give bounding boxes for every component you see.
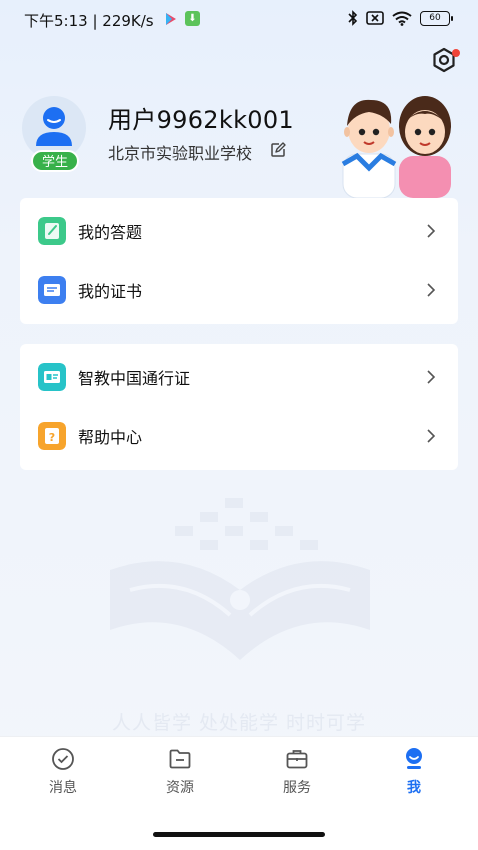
kids-illustration <box>341 96 451 198</box>
wifi-icon <box>392 11 412 26</box>
chevron-right-icon <box>427 224 436 238</box>
school-name: 北京市实验职业学校 <box>108 144 253 163</box>
tab-label: 服务 <box>283 780 311 796</box>
notification-dot <box>452 49 460 57</box>
menu-item-label: 智教中国通行证 <box>78 369 191 388</box>
tab-label: 资源 <box>166 780 194 796</box>
slogan: 人人皆学 处处能学 时时可学 <box>111 712 367 734</box>
chevron-right-icon <box>427 370 436 384</box>
chevron-right-icon <box>427 429 436 443</box>
menu-item-my-certificates[interactable]: 我的证书 <box>20 261 458 319</box>
role-badge: 学生 <box>31 150 79 172</box>
tab-label: 消息 <box>49 780 77 796</box>
no-sim-icon <box>366 11 384 25</box>
status-time: 下午5:13 | 229K/s <box>24 12 154 30</box>
chevron-right-icon <box>427 283 436 297</box>
folder-icon <box>169 749 191 769</box>
certificate-icon <box>38 276 66 304</box>
svg-text:?: ? <box>49 431 55 444</box>
battery-indicator: 60 <box>420 10 453 26</box>
answer-icon <box>38 217 66 245</box>
tab-me[interactable]: 我 <box>374 747 454 797</box>
status-bar: 下午5:13 | 229K/s ⬇ 60 <box>0 0 478 40</box>
briefcase-icon <box>286 750 308 769</box>
bluetooth-icon <box>348 10 358 26</box>
play-store-icon <box>166 13 176 25</box>
menu-item-label: 我的答题 <box>78 223 143 242</box>
tab-services[interactable]: 服务 <box>257 747 337 797</box>
message-icon <box>52 748 74 770</box>
person-icon <box>406 748 422 769</box>
tab-resources[interactable]: 资源 <box>140 747 220 797</box>
pass-icon <box>38 363 66 391</box>
menu-card-2: 智教中国通行证 ? 帮助中心 <box>20 344 458 470</box>
home-indicator[interactable] <box>153 832 325 837</box>
menu-item-my-answers[interactable]: 我的答题 <box>20 202 458 260</box>
tab-label: 我 <box>407 780 421 796</box>
download-icon: ⬇ <box>185 11 200 26</box>
tab-messages[interactable]: 消息 <box>23 747 103 797</box>
edit-icon[interactable] <box>270 142 286 158</box>
menu-item-label: 帮助中心 <box>78 428 143 447</box>
status-indicators: 60 <box>348 10 453 26</box>
menu-item-pass[interactable]: 智教中国通行证 <box>20 348 458 406</box>
help-icon: ? <box>38 422 66 450</box>
menu-item-help[interactable]: ? 帮助中心 <box>20 407 458 465</box>
book-logo-watermark <box>110 498 370 660</box>
username: 用户9962kk001 <box>108 106 294 134</box>
menu-card-1: 我的答题 我的证书 <box>20 198 458 324</box>
menu-item-label: 我的证书 <box>78 282 143 301</box>
